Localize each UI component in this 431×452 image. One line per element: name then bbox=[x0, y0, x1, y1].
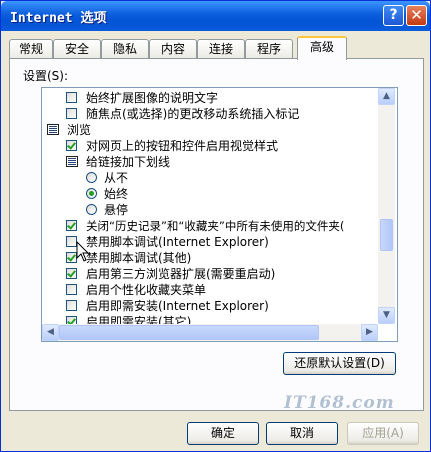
tab-advanced[interactable]: 高级 bbox=[297, 36, 347, 60]
setting-label: 启用即需安装(Internet Explorer) bbox=[86, 299, 269, 313]
ok-button[interactable]: 确定 bbox=[187, 422, 259, 445]
scroll-up-button[interactable]: ▲ bbox=[378, 88, 395, 105]
radio[interactable] bbox=[86, 188, 97, 199]
tab-general[interactable]: 常规 bbox=[9, 39, 53, 58]
settings-label: 设置(S): bbox=[23, 69, 69, 83]
checkbox[interactable] bbox=[66, 220, 77, 231]
tab-privacy[interactable]: 隐私 bbox=[101, 39, 149, 58]
restore-defaults-button[interactable]: 还原默认设置(D) bbox=[283, 352, 396, 375]
checkbox[interactable] bbox=[66, 284, 77, 295]
radio[interactable] bbox=[86, 204, 97, 215]
group-label: 浏览 bbox=[67, 123, 92, 137]
setting-label: 启用个性化收藏夹菜单 bbox=[86, 283, 207, 297]
radio-label: 悬停 bbox=[104, 203, 129, 217]
setting-label: 禁用脚本调试(Internet Explorer) bbox=[86, 235, 269, 249]
internet-options-dialog: Internet 选项 ? ✕ 常规 安全 隐私 内容 连接 程序 高级 设置(… bbox=[0, 0, 431, 452]
window-title: Internet 选项 bbox=[10, 11, 107, 26]
scroll-down-button[interactable]: ▼ bbox=[378, 307, 395, 324]
checkbox[interactable] bbox=[66, 140, 77, 151]
close-button[interactable]: ✕ bbox=[406, 5, 427, 26]
horizontal-scroll-thumb[interactable] bbox=[59, 325, 319, 340]
tab-security[interactable]: 安全 bbox=[53, 39, 101, 58]
scroll-left-button[interactable]: ◀ bbox=[42, 324, 59, 341]
folder-icon bbox=[47, 124, 59, 135]
mouse-cursor-icon bbox=[76, 241, 90, 262]
checkbox[interactable] bbox=[66, 108, 77, 119]
tab-content[interactable]: 内容 bbox=[149, 39, 197, 58]
setting-label: 关闭“历史记录”和“收藏夹”中所有未使用的文件夹( bbox=[86, 219, 345, 233]
setting-label: 始终扩展图像的说明文字 bbox=[86, 91, 219, 105]
checkbox[interactable] bbox=[66, 92, 77, 103]
setting-label: 随焦点(或选择)的更改移动系统插入标记 bbox=[86, 107, 300, 121]
tab-programs[interactable]: 程序 bbox=[245, 39, 293, 58]
folder-icon bbox=[66, 156, 78, 167]
setting-label: 启用第三方浏览器扩展(需要重启动) bbox=[86, 267, 276, 281]
title-bar[interactable]: Internet 选项 ? ✕ bbox=[1, 1, 430, 31]
tab-connections[interactable]: 连接 bbox=[197, 39, 245, 58]
vertical-scrollbar[interactable] bbox=[378, 88, 395, 324]
radio-label: 从不 bbox=[104, 171, 129, 185]
settings-list[interactable]: 始终扩展图像的说明文字 随焦点(或选择)的更改移动系统插入标记 浏览 对网页上的… bbox=[41, 87, 398, 342]
group-label: 给链接加下划线 bbox=[86, 155, 171, 169]
radio[interactable] bbox=[86, 172, 97, 183]
setting-label: 禁用脚本调试(其他) bbox=[86, 251, 192, 265]
help-button[interactable]: ? bbox=[383, 5, 404, 26]
vertical-scroll-thumb[interactable] bbox=[380, 219, 393, 251]
scroll-right-button[interactable]: ▶ bbox=[361, 324, 378, 341]
checkbox[interactable] bbox=[66, 268, 77, 279]
apply-button[interactable]: 应用(A) bbox=[347, 422, 419, 445]
watermark: IT168.com bbox=[284, 393, 395, 413]
checkbox[interactable] bbox=[66, 300, 77, 311]
cancel-button[interactable]: 取消 bbox=[266, 422, 338, 445]
setting-label: 对网页上的按钮和控件启用视觉样式 bbox=[86, 139, 279, 153]
radio-label: 始终 bbox=[104, 187, 129, 201]
